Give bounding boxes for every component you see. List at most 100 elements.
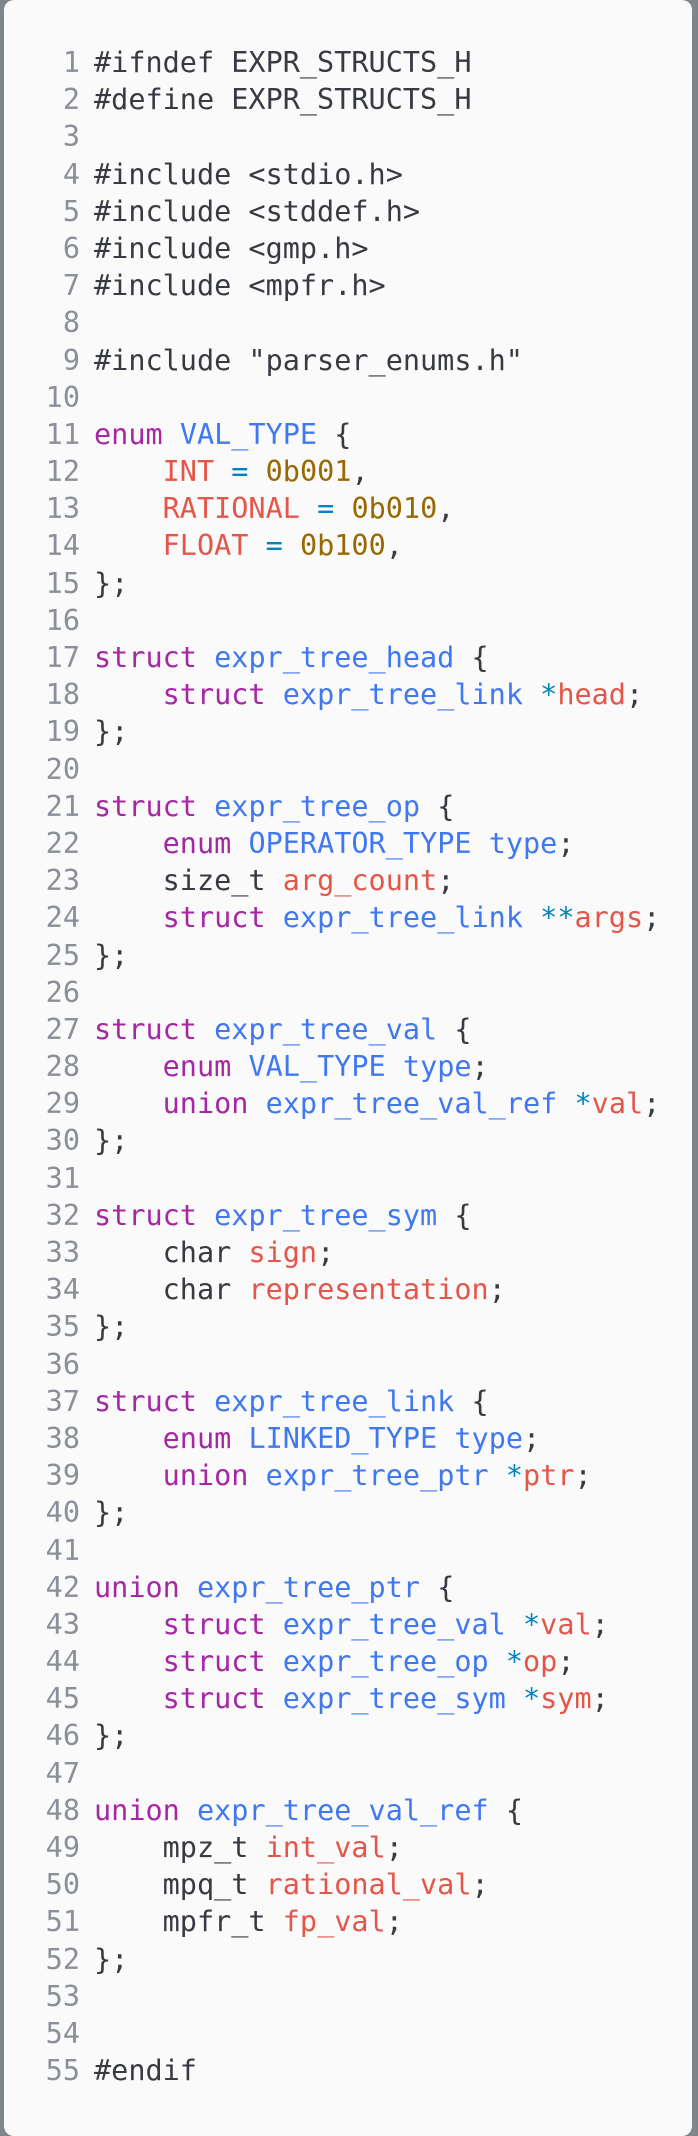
code-line[interactable]: 52};: [4, 1941, 692, 1978]
code-line[interactable]: 23 size_t arg_count;: [4, 862, 692, 899]
code-token: =: [231, 455, 249, 489]
code-token: ;: [471, 1050, 489, 1084]
code-line[interactable]: 34 char representation;: [4, 1271, 692, 1308]
code-token: 0b001: [265, 455, 352, 489]
code-line[interactable]: 19};: [4, 713, 692, 750]
code-token: struct: [162, 1682, 266, 1716]
code-line[interactable]: 38 enum LINKED_TYPE type;: [4, 1420, 692, 1457]
line-number: 33: [45, 1236, 80, 1269]
code-token: *: [505, 1459, 524, 1493]
code-line[interactable]: 51 mpfr_t fp_val;: [4, 1903, 692, 1940]
code-token: OPERATOR_TYPE: [248, 826, 472, 860]
code-line[interactable]: 3: [4, 118, 692, 155]
code-line[interactable]: 46};: [4, 1717, 692, 1754]
code-line[interactable]: 22 enum OPERATOR_TYPE type;: [4, 825, 692, 862]
code-line[interactable]: 36: [4, 1346, 692, 1383]
code-line[interactable]: 11 enum VAL_TYPE {: [4, 416, 692, 453]
code-line[interactable]: 12 INT = 0b001,: [4, 453, 692, 490]
code-token: {: [454, 1384, 489, 1418]
code-text: struct expr_tree_link {: [94, 1383, 489, 1420]
code-line[interactable]: 41: [4, 1532, 692, 1569]
code-line[interactable]: 17 struct expr_tree_head {: [4, 639, 692, 676]
code-text: enum VAL_TYPE {: [94, 416, 351, 453]
code-line[interactable]: 44 struct expr_tree_op *op;: [4, 1643, 692, 1680]
code-line[interactable]: 47: [4, 1755, 692, 1792]
code-line[interactable]: 33 char sign;: [4, 1234, 692, 1271]
code-line[interactable]: 2 #define EXPR_STRUCTS_H: [4, 81, 692, 118]
code-text: char representation;: [94, 1271, 506, 1308]
code-line[interactable]: 28 enum VAL_TYPE type;: [4, 1048, 692, 1085]
line-number: 35: [45, 1310, 80, 1344]
code-text: mpq_t rational_val;: [94, 1866, 489, 1903]
code-text: union expr_tree_ptr *ptr;: [94, 1457, 592, 1494]
code-line[interactable]: 18 struct expr_tree_link *head;: [4, 676, 692, 713]
code-line[interactable]: 13 RATIONAL = 0b010,: [4, 490, 692, 527]
code-line[interactable]: 10: [4, 379, 692, 416]
code-line[interactable]: 29 union expr_tree_val_ref *val;: [4, 1085, 692, 1122]
code-token: expr_tree_val_ref: [265, 1087, 558, 1121]
code-line[interactable]: 53: [4, 1978, 692, 2015]
line-number: 17: [45, 641, 80, 674]
code-token: ,: [385, 529, 403, 563]
code-token: struct: [162, 1645, 266, 1679]
code-token: struct: [162, 901, 266, 935]
code-token: struct: [94, 1198, 197, 1232]
line-number: 40: [45, 1496, 80, 1530]
code-line[interactable]: 40};: [4, 1494, 692, 1531]
code-line[interactable]: 8: [4, 304, 692, 341]
code-line[interactable]: 50 mpq_t rational_val;: [4, 1866, 692, 1903]
code-line[interactable]: 43 struct expr_tree_val *val;: [4, 1606, 692, 1643]
code-line[interactable]: 4 #include <stdio.h>: [4, 156, 692, 193]
code-line[interactable]: 9 #include "parser_enums.h": [4, 342, 692, 379]
code-line[interactable]: 16: [4, 602, 692, 639]
line-number: 37: [45, 1384, 80, 1418]
code-line[interactable]: 15};: [4, 565, 692, 602]
code-text: struct expr_tree_val *val;: [94, 1606, 609, 1643]
code-line[interactable]: 25};: [4, 937, 692, 974]
code-line[interactable]: 31: [4, 1160, 692, 1197]
code-line[interactable]: 54: [4, 2015, 692, 2052]
code-line[interactable]: 6 #include <gmp.h>: [4, 230, 692, 267]
code-text: char sign;: [94, 1234, 335, 1271]
code-line[interactable]: 55 #endif: [4, 2052, 692, 2089]
code-token: struct: [94, 1012, 197, 1046]
code-line[interactable]: 21 struct expr_tree_op {: [4, 788, 692, 825]
code-line[interactable]: 45 struct expr_tree_sym *sym;: [4, 1680, 692, 1717]
code-line[interactable]: 27 struct expr_tree_val {: [4, 1011, 692, 1048]
code-token: #endif: [94, 2054, 197, 2088]
code-token: expr_tree_sym: [282, 1682, 506, 1716]
code-line[interactable]: 32 struct expr_tree_sym {: [4, 1197, 692, 1234]
code-token: ;: [625, 678, 644, 712]
code-line[interactable]: 5 #include <stddef.h>: [4, 193, 692, 230]
code-token: #ifndef EXPR_STRUCTS_H: [94, 46, 472, 79]
line-number: 46: [45, 1719, 80, 1753]
line-number: 43: [45, 1607, 80, 1641]
code-line[interactable]: 7 #include <mpfr.h>: [4, 267, 692, 304]
code-line[interactable]: 30};: [4, 1122, 692, 1159]
code-token: =: [265, 529, 283, 563]
code-line[interactable]: 48 union expr_tree_val_ref {: [4, 1792, 692, 1829]
code-token: #define EXPR_STRUCTS_H: [94, 83, 472, 117]
code-line[interactable]: 24 struct expr_tree_link **args;: [4, 899, 692, 936]
code-token: };: [94, 938, 129, 972]
code-editor[interactable]: 1 #ifndef EXPR_STRUCTS_H 2 #define EXPR_STR…: [4, 0, 692, 2136]
code-line[interactable]: 39 union expr_tree_ptr *ptr;: [4, 1457, 692, 1494]
code-line[interactable]: 37 struct expr_tree_link {: [4, 1383, 692, 1420]
code-line[interactable]: 1 #ifndef EXPR_STRUCTS_H: [4, 44, 692, 81]
code-line[interactable]: 20: [4, 751, 692, 788]
code-line[interactable]: 42 union expr_tree_ptr {: [4, 1569, 692, 1606]
line-number: 23: [45, 864, 80, 898]
code-line[interactable]: 26: [4, 974, 692, 1011]
line-number: 31: [45, 1161, 80, 1195]
code-line[interactable]: 35};: [4, 1308, 692, 1345]
line-number: 39: [45, 1459, 80, 1493]
code-line[interactable]: 49 mpz_t int_val;: [4, 1829, 692, 1866]
code-line[interactable]: 14 FLOAT = 0b100,: [4, 527, 692, 564]
